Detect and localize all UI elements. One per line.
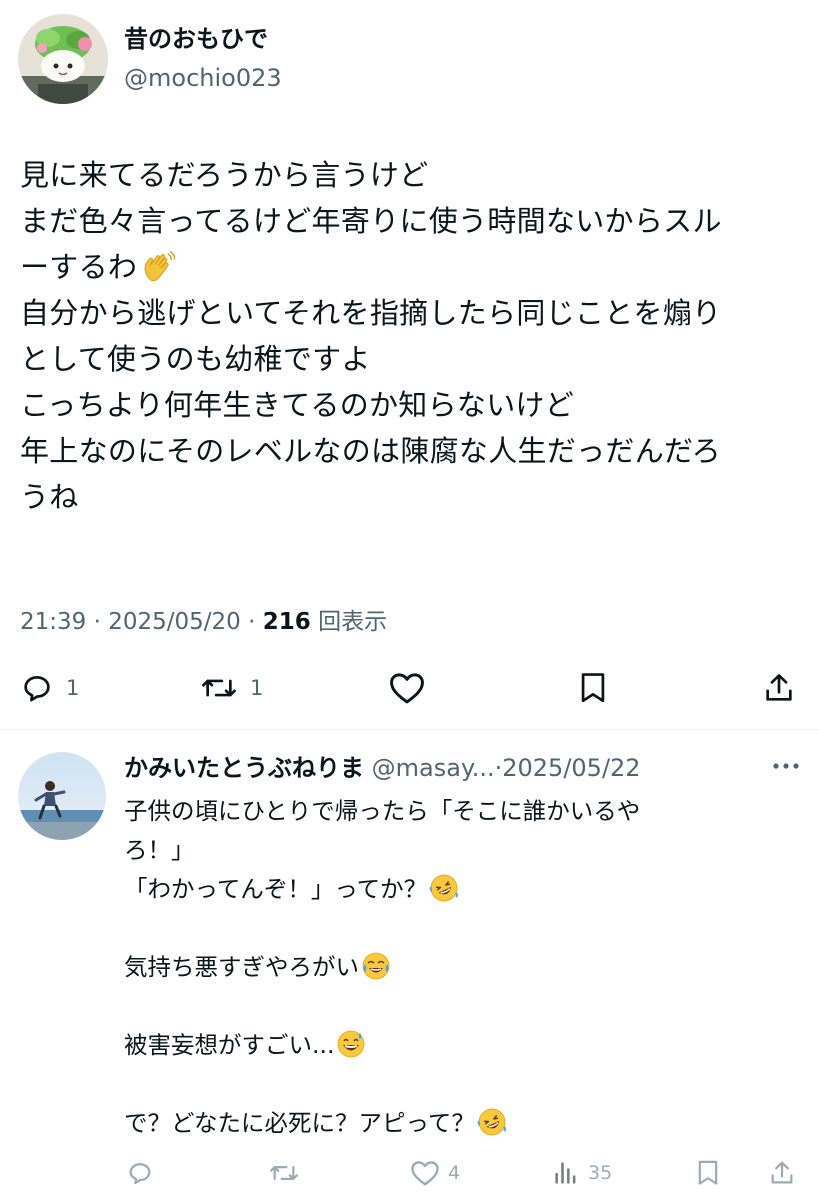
- share-icon: [771, 1161, 793, 1184]
- reply-action-bar: 4 35: [0, 1150, 819, 1196]
- tweet-line: こっちより何年生きてるのか知らないけど: [20, 388, 575, 422]
- bookmark-icon: [698, 1160, 718, 1185]
- tweet-line: 年上なのにそのレベルなのは陳腐な人生だっだんだろ: [20, 434, 721, 468]
- reply-author-name[interactable]: かみいたとうぶねりま: [124, 754, 364, 782]
- author-display-name[interactable]: 昔のおもひで: [124, 24, 268, 54]
- tweet-meta: 21:39 · 2025/05/20 · 216 回表示: [20, 609, 388, 635]
- rolling-laughing-icon: [477, 1108, 506, 1136]
- reply-like-button[interactable]: 4: [410, 1150, 460, 1196]
- author-avatar[interactable]: [18, 14, 108, 104]
- reply-like-count: 4: [448, 1162, 461, 1184]
- retweet-icon: [202, 679, 236, 697]
- reply-line: 子供の頃にひとりで帰ったら「そこに誰かいるや: [124, 797, 641, 825]
- reply-header: かみいたとうぶねりま @masay...·2025/05/22: [124, 752, 641, 784]
- retweet-button[interactable]: 1: [200, 660, 263, 716]
- retweet-count: 1: [250, 676, 264, 700]
- tweet-line: 自分から逃げといてそれを指摘したら同じことを煽り: [20, 296, 722, 330]
- tears-of-joy-icon: [362, 952, 390, 980]
- reply-reply-button[interactable]: [126, 1150, 154, 1196]
- reply-text: 子供の頃にひとりで帰ったら「そこに誰かいるや ろ！」 「わかってんぞ！」ってか？…: [124, 792, 814, 1143]
- reply-button[interactable]: 1: [20, 660, 79, 716]
- like-button[interactable]: [388, 660, 426, 716]
- reply-icon: [129, 1163, 151, 1185]
- reply-line-text: 気持ち悪すぎやろがい: [124, 953, 359, 981]
- reply-count: 1: [66, 676, 80, 700]
- tweet-time[interactable]: 21:39: [20, 609, 86, 635]
- reply-views-count: 35: [588, 1162, 613, 1184]
- reply-line-text: 「わかってんぞ！」ってか？: [124, 875, 428, 903]
- divider: [0, 729, 819, 730]
- share-button[interactable]: [762, 660, 796, 716]
- reply-author-handle[interactable]: @masay...: [372, 754, 495, 782]
- tweet-line: まだ色々言ってるけど年寄りに使う時間ないからスル: [20, 204, 722, 238]
- reply-views-button[interactable]: 35: [552, 1150, 612, 1196]
- tweet-line: 見に来てるだろうから言うけど: [20, 158, 429, 192]
- tweet-line: ーするわ: [20, 244, 810, 290]
- reply-line: ろ！」: [124, 836, 195, 864]
- bookmark-button[interactable]: [578, 660, 608, 716]
- reply-icon: [24, 676, 50, 702]
- retweet-icon: [270, 1166, 298, 1180]
- reply-blank-line: [124, 1065, 814, 1104]
- reply-share-button[interactable]: [768, 1150, 796, 1196]
- reply-line: 被害妄想がすごい...: [124, 1026, 814, 1065]
- reply-blank-line: [124, 987, 814, 1026]
- author-handle[interactable]: @mochio023: [124, 63, 282, 93]
- grinning-sweat-icon: [338, 1030, 365, 1058]
- reply-line-text: で？どなたに必死に？アピって？: [124, 1109, 475, 1137]
- reply-blank-line: [124, 909, 814, 948]
- reply-retweet-button[interactable]: [268, 1150, 300, 1196]
- heart-icon: [390, 673, 424, 704]
- shaymin-avatar-image: [18, 14, 108, 104]
- share-icon: [766, 674, 792, 701]
- reply-author-avatar[interactable]: [18, 752, 106, 840]
- tweet-line: として使うのも幼稚ですよ: [20, 342, 371, 376]
- child-photo-avatar-image: [18, 752, 106, 840]
- heart-icon: [411, 1161, 439, 1186]
- bookmark-icon: [581, 673, 605, 703]
- reply-line: 気持ち悪すぎやろがい: [124, 948, 814, 987]
- view-label: 回表示: [318, 609, 388, 635]
- more-icon: [773, 763, 799, 769]
- tweet-line: うね: [20, 480, 79, 514]
- view-count: 216: [262, 609, 311, 635]
- reply-line: で？どなたに必死に？アピって？: [124, 1104, 814, 1143]
- tweet-line-text: ーするわ: [20, 250, 138, 284]
- reply-line-text: 被害妄想がすごい...: [124, 1031, 335, 1059]
- reply-bookmark-button[interactable]: [696, 1150, 720, 1196]
- tweet-text: 見に来てるだろうから言うけど まだ色々言ってるけど年寄りに使う時間ないからスル …: [20, 152, 810, 520]
- reply-date[interactable]: 2025/05/22: [502, 754, 640, 782]
- more-options-button[interactable]: [768, 756, 804, 776]
- tweet-date[interactable]: 2025/05/20: [108, 609, 241, 635]
- reply-line: 「わかってんぞ！」ってか？: [124, 870, 814, 909]
- rolling-laughing-icon: [429, 874, 459, 902]
- tweet-action-bar: 1 1: [0, 660, 819, 716]
- analytics-icon: [555, 1162, 576, 1184]
- waving-hand-icon: [144, 250, 176, 282]
